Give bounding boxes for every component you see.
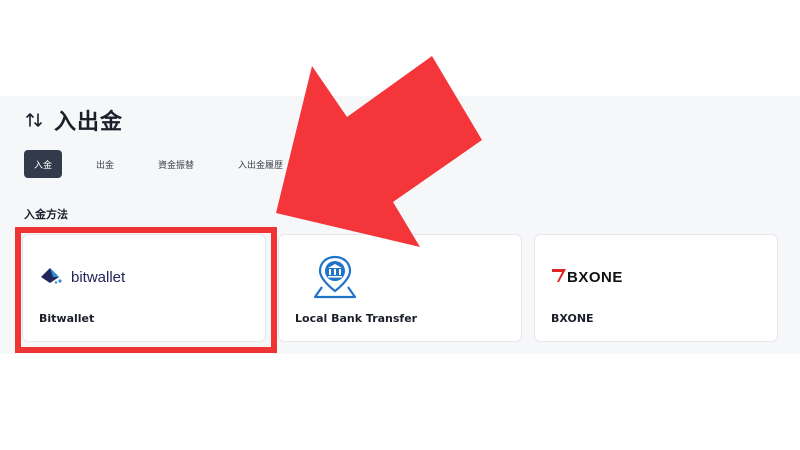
method-card-local-bank[interactable]: Local Bank Transfer bbox=[278, 234, 522, 342]
method-card-bxone[interactable]: BXONE BXONE bbox=[534, 234, 778, 342]
tab-transfer[interactable]: 資金振替 bbox=[148, 150, 204, 178]
method-label: Local Bank Transfer bbox=[295, 312, 418, 325]
method-label: Bitwallet bbox=[39, 312, 95, 325]
bxone-logo-text: BXONE bbox=[567, 268, 623, 286]
tab-deposit[interactable]: 入金 bbox=[24, 150, 63, 178]
tab-withdraw[interactable]: 出金 bbox=[86, 150, 124, 178]
bitwallet-logo-text: bitwallet bbox=[71, 268, 126, 286]
swap-vertical-icon bbox=[24, 108, 44, 132]
page-title: 入出金 bbox=[54, 110, 124, 135]
tab-bar: 入金 出金 資金振替 入出金履歴 bbox=[24, 150, 317, 178]
bxone-logo: BXONE bbox=[551, 253, 623, 301]
bitwallet-logo-icon bbox=[39, 265, 65, 289]
bitwallet-logo: bitwallet bbox=[39, 253, 125, 301]
section-title: 入金方法 bbox=[24, 208, 68, 221]
page-header: 入出金 bbox=[24, 104, 123, 136]
bank-location-icon bbox=[313, 253, 357, 301]
screen: 入出金 入金 出金 資金振替 入出金履歴 入金方法 bitwallet Bitw… bbox=[0, 0, 800, 450]
tab-history[interactable]: 入出金履歴 bbox=[228, 150, 293, 178]
bxone-logo-icon bbox=[551, 267, 567, 287]
method-card-bitwallet[interactable]: bitwallet Bitwallet bbox=[22, 234, 266, 342]
method-label: BXONE bbox=[551, 312, 594, 325]
